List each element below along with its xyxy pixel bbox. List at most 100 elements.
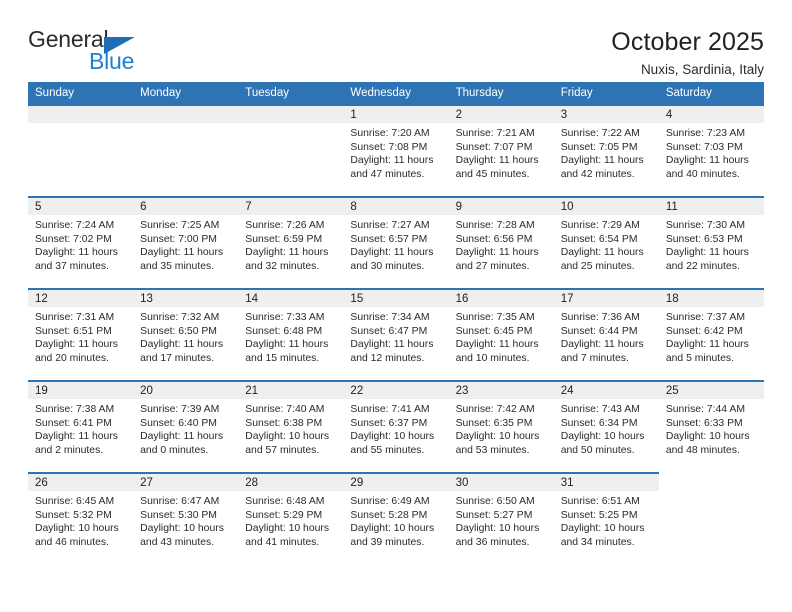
sunset-text: Sunset: 6:54 PM bbox=[560, 233, 638, 245]
daylight-text-line2: and 10 minutes. bbox=[455, 352, 530, 364]
sunset-text: Sunset: 6:56 PM bbox=[455, 233, 533, 245]
daylight-text-line2: and 35 minutes. bbox=[140, 260, 215, 272]
calendar-day-cell[interactable]: 21 Sunrise: 7:40 AM Sunset: 6:38 PM Dayligh… bbox=[238, 380, 344, 473]
sunset-text: Sunset: 5:32 PM bbox=[35, 509, 112, 521]
calendar-day-cell[interactable]: 6 Sunrise: 7:25 AM Sunset: 7:00 PM Daylight… bbox=[133, 196, 239, 289]
calendar-week-row: 1 Sunrise: 7:20 AM Sunset: 7:08 PM Daylight… bbox=[28, 104, 764, 197]
calendar-day-cell[interactable]: 7 Sunrise: 7:26 AM Sunset: 6:59 PM Daylight… bbox=[238, 196, 344, 289]
daylight-text-line1: Daylight: 11 hours bbox=[560, 155, 644, 167]
daylight-text-line2: and 50 minutes. bbox=[560, 444, 635, 456]
sunrise-text: Sunrise: 7:33 AM bbox=[245, 312, 325, 323]
calendar-week-row: 26 Sunrise: 6:45 AM Sunset: 5:32 PM Dayligh… bbox=[28, 472, 764, 564]
general-blue-logo[interactable]: General Blue bbox=[28, 28, 148, 76]
day-details: Sunrise: 7:40 AM Sunset: 6:38 PM Daylight:… bbox=[238, 399, 343, 457]
daylight-text-line1: Daylight: 11 hours bbox=[350, 247, 434, 259]
weekday-header-tuesday: Tuesday bbox=[238, 82, 344, 105]
calendar-day-cell[interactable]: 29 Sunrise: 6:49 AM Sunset: 5:28 PM Dayligh… bbox=[343, 472, 449, 564]
sunrise-text: Sunrise: 7:21 AM bbox=[455, 128, 535, 139]
calendar-day-cell[interactable]: 15 Sunrise: 7:34 AM Sunset: 6:47 PM Dayligh… bbox=[343, 288, 449, 381]
calendar-day-cell[interactable]: 4 Sunrise: 7:23 AM Sunset: 7:03 PM Daylight… bbox=[658, 104, 764, 197]
sunrise-text: Sunrise: 7:34 AM bbox=[350, 312, 430, 323]
calendar-day-cell[interactable]: 17 Sunrise: 7:36 AM Sunset: 6:44 PM Dayligh… bbox=[553, 288, 659, 381]
day-details: Sunrise: 7:33 AM Sunset: 6:48 PM Daylight:… bbox=[238, 307, 343, 365]
calendar-day-cell-empty bbox=[133, 104, 239, 197]
weekday-header-thursday: Thursday bbox=[448, 82, 554, 105]
daylight-text-line1: Daylight: 11 hours bbox=[455, 247, 539, 259]
day-number: 24 bbox=[553, 382, 659, 399]
weekday-header-monday: Monday bbox=[133, 82, 239, 105]
calendar-day-cell[interactable]: 23 Sunrise: 7:42 AM Sunset: 6:35 PM Dayligh… bbox=[448, 380, 554, 473]
sunset-text: Sunset: 6:33 PM bbox=[665, 417, 743, 429]
day-details: Sunrise: 6:48 AM Sunset: 5:29 PM Daylight:… bbox=[238, 491, 343, 549]
calendar-day-cell[interactable]: 18 Sunrise: 7:37 AM Sunset: 6:42 PM Dayligh… bbox=[658, 288, 764, 381]
calendar-day-cell[interactable]: 3 Sunrise: 7:22 AM Sunset: 7:05 PM Daylight… bbox=[553, 104, 659, 197]
sunrise-text: Sunrise: 7:35 AM bbox=[455, 312, 535, 323]
daylight-text-line2: and 34 minutes. bbox=[560, 536, 635, 548]
daylight-text-line1: Daylight: 10 hours bbox=[35, 523, 119, 535]
sunrise-text: Sunrise: 7:38 AM bbox=[35, 404, 115, 415]
day-details: Sunrise: 7:29 AM Sunset: 6:54 PM Daylight:… bbox=[554, 215, 659, 273]
sunset-text: Sunset: 6:35 PM bbox=[455, 417, 533, 429]
daylight-text-line2: and 41 minutes. bbox=[245, 536, 320, 548]
day-number: 11 bbox=[658, 198, 764, 215]
daylight-text-line2: and 45 minutes. bbox=[455, 168, 530, 180]
daylight-text-line2: and 48 minutes. bbox=[665, 444, 740, 456]
daylight-text-line2: and 17 minutes. bbox=[140, 352, 215, 364]
daylight-text-line1: Daylight: 11 hours bbox=[560, 247, 644, 259]
sunset-text: Sunset: 6:53 PM bbox=[665, 233, 743, 245]
sunrise-text: Sunrise: 6:49 AM bbox=[350, 496, 430, 507]
calendar-day-cell[interactable]: 2 Sunrise: 7:21 AM Sunset: 7:07 PM Daylight… bbox=[448, 104, 554, 197]
calendar-day-cell[interactable]: 16 Sunrise: 7:35 AM Sunset: 6:45 PM Dayligh… bbox=[448, 288, 554, 381]
daylight-text-line1: Daylight: 10 hours bbox=[140, 523, 224, 535]
sunset-text: Sunset: 6:44 PM bbox=[560, 325, 638, 337]
day-details: Sunrise: 6:51 AM Sunset: 5:25 PM Daylight:… bbox=[554, 491, 659, 549]
day-number: 10 bbox=[553, 198, 659, 215]
title-block: October 2025 Nuxis, Sardinia, Italy bbox=[611, 28, 764, 78]
calendar-day-cell[interactable]: 28 Sunrise: 6:48 AM Sunset: 5:29 PM Dayligh… bbox=[238, 472, 344, 564]
sunrise-text: Sunrise: 7:44 AM bbox=[665, 404, 745, 415]
calendar-day-cell-empty bbox=[658, 473, 764, 564]
day-number: 20 bbox=[133, 382, 239, 399]
sunrise-text: Sunrise: 7:25 AM bbox=[140, 220, 220, 231]
day-details: Sunrise: 7:20 AM Sunset: 7:08 PM Daylight:… bbox=[343, 123, 448, 181]
calendar-day-cell[interactable]: 12 Sunrise: 7:31 AM Sunset: 6:51 PM Dayligh… bbox=[28, 288, 134, 381]
calendar-day-cell[interactable]: 8 Sunrise: 7:27 AM Sunset: 6:57 PM Daylight… bbox=[343, 196, 449, 289]
sunrise-text: Sunrise: 6:48 AM bbox=[245, 496, 325, 507]
sunrise-text: Sunrise: 7:31 AM bbox=[35, 312, 115, 323]
daylight-text-line2: and 7 minutes. bbox=[560, 352, 629, 364]
daylight-text-line1: Daylight: 11 hours bbox=[140, 431, 224, 443]
day-details: Sunrise: 7:34 AM Sunset: 6:47 PM Daylight:… bbox=[343, 307, 448, 365]
sunrise-text: Sunrise: 6:47 AM bbox=[140, 496, 220, 507]
calendar-day-cell[interactable]: 22 Sunrise: 7:41 AM Sunset: 6:37 PM Dayligh… bbox=[343, 380, 449, 473]
calendar-day-cell[interactable]: 26 Sunrise: 6:45 AM Sunset: 5:32 PM Dayligh… bbox=[28, 472, 134, 564]
day-number: 4 bbox=[658, 106, 764, 123]
calendar-day-cell[interactable]: 20 Sunrise: 7:39 AM Sunset: 6:40 PM Dayligh… bbox=[133, 380, 239, 473]
calendar-day-cell[interactable]: 11 Sunrise: 7:30 AM Sunset: 6:53 PM Dayligh… bbox=[658, 196, 764, 289]
day-details: Sunrise: 7:36 AM Sunset: 6:44 PM Daylight:… bbox=[554, 307, 659, 365]
daylight-text-line2: and 57 minutes. bbox=[245, 444, 320, 456]
calendar-day-cell[interactable]: 5 Sunrise: 7:24 AM Sunset: 7:02 PM Daylight… bbox=[28, 196, 134, 289]
calendar-day-cell[interactable]: 13 Sunrise: 7:32 AM Sunset: 6:50 PM Dayligh… bbox=[133, 288, 239, 381]
sunset-text: Sunset: 6:37 PM bbox=[350, 417, 428, 429]
calendar-day-cell[interactable]: 14 Sunrise: 7:33 AM Sunset: 6:48 PM Dayligh… bbox=[238, 288, 344, 381]
daylight-text-line1: Daylight: 11 hours bbox=[350, 339, 434, 351]
calendar-day-cell[interactable]: 30 Sunrise: 6:50 AM Sunset: 5:27 PM Dayligh… bbox=[448, 472, 554, 564]
weekday-header-saturday: Saturday bbox=[658, 82, 764, 105]
daylight-text-line1: Daylight: 11 hours bbox=[35, 431, 118, 443]
daylight-text-line2: and 43 minutes. bbox=[140, 536, 215, 548]
day-number: 5 bbox=[28, 198, 134, 215]
calendar-day-cell[interactable]: 27 Sunrise: 6:47 AM Sunset: 5:30 PM Dayligh… bbox=[133, 472, 239, 564]
calendar-day-cell[interactable]: 1 Sunrise: 7:20 AM Sunset: 7:08 PM Daylight… bbox=[343, 104, 449, 197]
sunrise-text: Sunrise: 7:41 AM bbox=[350, 404, 430, 415]
calendar-day-cell[interactable]: 24 Sunrise: 7:43 AM Sunset: 6:34 PM Dayligh… bbox=[553, 380, 659, 473]
calendar-day-cell[interactable]: 19 Sunrise: 7:38 AM Sunset: 6:41 PM Dayligh… bbox=[28, 380, 134, 473]
calendar-day-cell[interactable]: 9 Sunrise: 7:28 AM Sunset: 6:56 PM Daylight… bbox=[448, 196, 554, 289]
calendar-day-cell[interactable]: 10 Sunrise: 7:29 AM Sunset: 6:54 PM Dayligh… bbox=[553, 196, 659, 289]
sunrise-text: Sunrise: 6:45 AM bbox=[35, 496, 115, 507]
day-number: 14 bbox=[238, 290, 344, 307]
calendar-day-cell[interactable]: 25 Sunrise: 7:44 AM Sunset: 6:33 PM Dayligh… bbox=[658, 380, 764, 473]
day-details: Sunrise: 7:38 AM Sunset: 6:41 PM Daylight:… bbox=[28, 399, 133, 457]
day-number: 15 bbox=[343, 290, 449, 307]
calendar-day-cell[interactable]: 31 Sunrise: 6:51 AM Sunset: 5:25 PM Dayligh… bbox=[553, 472, 659, 564]
day-number: 6 bbox=[133, 198, 239, 215]
